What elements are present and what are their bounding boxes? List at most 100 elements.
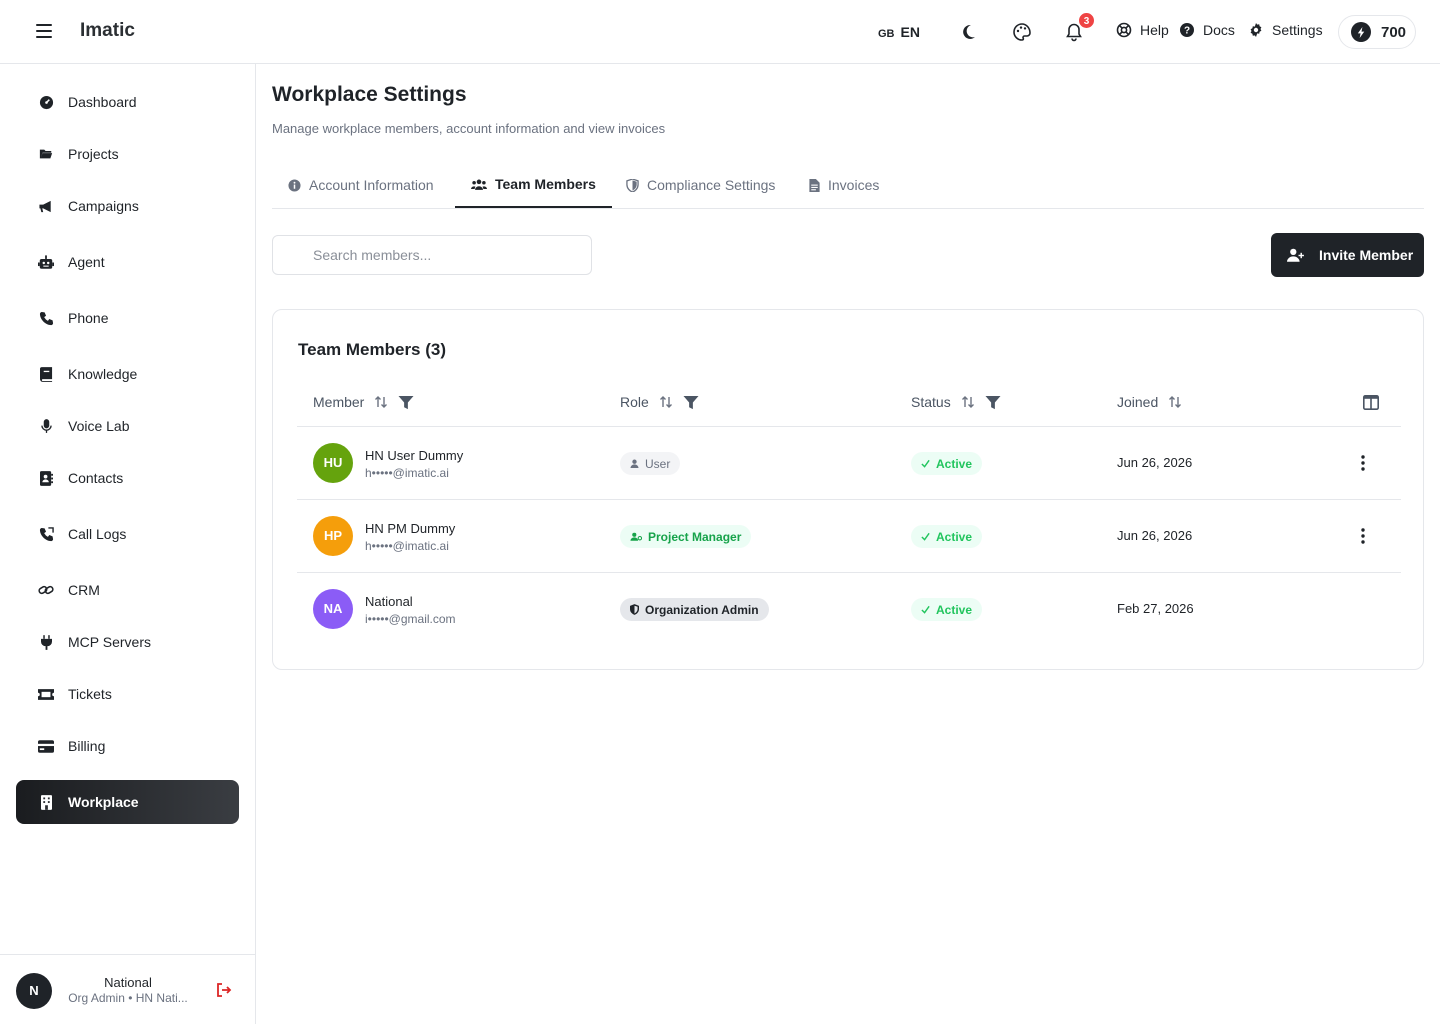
ticket-icon [38, 686, 54, 702]
sidebar-item-workplace[interactable]: Workplace [16, 780, 239, 824]
sidebar-item-call-logs[interactable]: Call Logs [16, 512, 239, 556]
tab-label: Account Information [309, 177, 434, 193]
user-profile: N National Org Admin • HN Nati... [0, 954, 255, 1024]
notification-badge: 3 [1078, 12, 1095, 29]
team-members-card: Team Members (3) Member Role Status Join… [272, 309, 1424, 670]
sidebar-item-knowledge[interactable]: Knowledge [16, 352, 239, 396]
status-badge: Active [911, 452, 983, 475]
sort-icon[interactable] [1168, 395, 1182, 409]
menu-toggle-icon[interactable] [36, 24, 52, 38]
gear-icon [1250, 23, 1262, 37]
language-code: EN [900, 24, 920, 40]
column-header-member: Member [313, 394, 414, 410]
sidebar-item-mcp-servers[interactable]: MCP Servers [16, 620, 239, 664]
table-row: HP HN PM Dummy h•••••@imatic.ai Project … [297, 500, 1401, 573]
sidebar-item-label: Phone [68, 310, 109, 326]
column-label: Status [911, 394, 951, 410]
status-label: Active [936, 456, 973, 471]
building-icon [38, 794, 54, 810]
card-title: Team Members (3) [298, 340, 447, 359]
sort-icon[interactable] [659, 395, 673, 409]
document-icon [809, 178, 820, 192]
moon-icon[interactable] [958, 22, 978, 42]
question-circle-icon: ? [1180, 23, 1194, 37]
member-name: HN PM Dummy [365, 521, 456, 536]
microphone-icon [38, 418, 54, 434]
member-email: h•••••@imatic.ai [365, 466, 449, 480]
member-name: HN User Dummy [365, 448, 464, 463]
columns-toggle-icon[interactable] [1363, 395, 1379, 410]
member-email: i•••••@gmail.com [365, 612, 456, 626]
user-role: Org Admin • HN Nati... [68, 991, 188, 1005]
sidebar-item-projects[interactable]: Projects [16, 132, 239, 176]
palette-icon[interactable] [1012, 22, 1032, 42]
sidebar-item-voice-lab[interactable]: Voice Lab [16, 404, 239, 448]
sort-icon[interactable] [961, 395, 975, 409]
sidebar-item-label: Billing [68, 738, 106, 754]
role-badge: Project Manager [620, 525, 752, 548]
check-icon [921, 605, 930, 614]
tab-account-information[interactable]: Account Information [272, 162, 450, 208]
help-label: Help [1140, 22, 1169, 38]
language-selector[interactable]: GB EN [878, 24, 920, 40]
sidebar-item-label: MCP Servers [68, 634, 151, 650]
sidebar-item-label: Call Logs [68, 526, 127, 542]
page-title: Workplace Settings [272, 83, 467, 106]
sort-icon[interactable] [374, 395, 388, 409]
member-email: h•••••@imatic.ai [365, 539, 449, 553]
sidebar-item-label: Agent [68, 254, 105, 270]
lifebuoy-icon [1116, 22, 1132, 38]
top-bar: Imatic GB EN 3 Help ? Docs Settings 700 [0, 0, 1440, 64]
avatar[interactable]: N [16, 973, 52, 1009]
credits-pill[interactable]: 700 [1338, 15, 1416, 49]
tab-label: Invoices [828, 177, 880, 193]
role-label: Organization Admin [645, 602, 759, 617]
filter-icon[interactable] [985, 395, 1001, 410]
user-gear-icon [630, 532, 642, 541]
check-icon [921, 459, 930, 468]
more-options-icon[interactable] [1357, 454, 1369, 472]
more-options-icon[interactable] [1357, 527, 1369, 545]
tab-label: Compliance Settings [647, 177, 776, 193]
role-label: User [645, 456, 671, 471]
sidebar-item-dashboard[interactable]: Dashboard [16, 80, 239, 124]
status-badge: Active [911, 525, 983, 548]
sidebar-item-label: Knowledge [68, 366, 138, 382]
settings-link[interactable]: Settings [1248, 22, 1323, 38]
bolt-icon [1351, 22, 1371, 42]
search-input[interactable] [272, 235, 592, 275]
tab-compliance-settings[interactable]: Compliance Settings [610, 162, 791, 208]
filter-icon[interactable] [398, 395, 414, 410]
info-circle-icon [288, 178, 301, 192]
shield-icon [626, 178, 639, 192]
column-label: Role [620, 394, 649, 410]
sidebar-item-label: Workplace [68, 794, 139, 810]
brand-name: Imatic [80, 20, 135, 41]
phone-icon [38, 310, 54, 326]
filter-icon[interactable] [683, 395, 699, 410]
book-icon [38, 366, 54, 382]
sidebar-item-label: Tickets [68, 686, 112, 702]
check-icon [921, 532, 930, 541]
sidebar-item-label: Projects [68, 146, 119, 162]
user-icon [630, 459, 639, 468]
sidebar-item-label: Voice Lab [68, 418, 130, 434]
avatar: NA [313, 589, 353, 629]
sidebar-item-billing[interactable]: Billing [16, 724, 239, 768]
docs-link[interactable]: ? Docs [1179, 22, 1235, 38]
shield-icon [630, 604, 639, 615]
help-link[interactable]: Help [1116, 22, 1169, 38]
sidebar-item-crm[interactable]: CRM [16, 568, 239, 612]
avatar: HP [313, 516, 353, 556]
sidebar-item-agent[interactable]: Agent [16, 240, 239, 284]
logout-icon[interactable] [216, 982, 232, 998]
sidebar-item-tickets[interactable]: Tickets [16, 672, 239, 716]
sidebar-item-contacts[interactable]: Contacts [16, 456, 239, 500]
tab-invoices[interactable]: Invoices [793, 162, 895, 208]
sidebar-item-phone[interactable]: Phone [16, 296, 239, 340]
sidebar: Dashboard Projects Campaigns Agent Phone… [0, 64, 256, 1024]
tab-team-members[interactable]: Team Members [455, 162, 612, 208]
invite-member-button[interactable]: Invite Member [1271, 233, 1424, 277]
invite-member-label: Invite Member [1319, 247, 1414, 263]
sidebar-item-campaigns[interactable]: Campaigns [16, 184, 239, 228]
